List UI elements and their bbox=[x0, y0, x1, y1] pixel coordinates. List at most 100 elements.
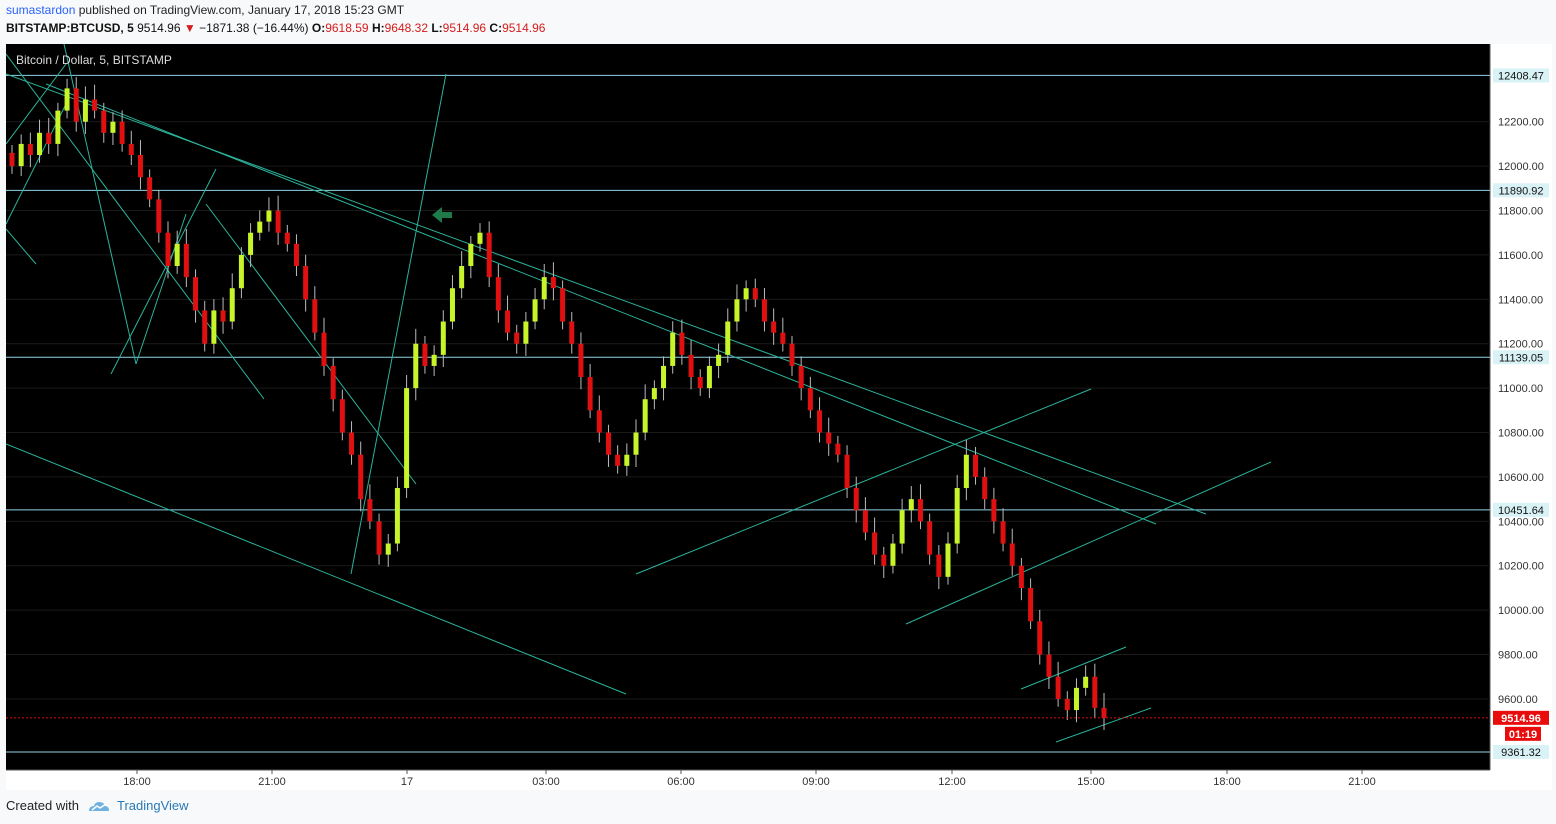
high-value: 9648.32 bbox=[384, 21, 428, 35]
candle-body bbox=[679, 332, 685, 355]
candle-body bbox=[624, 454, 630, 466]
candle-body bbox=[1028, 587, 1034, 622]
x-tick-label: 03:00 bbox=[532, 776, 560, 788]
candle-body bbox=[312, 299, 318, 333]
candle-body bbox=[376, 521, 382, 555]
candle-body bbox=[440, 321, 446, 355]
change-value: −1871.38 (−16.44%) bbox=[199, 21, 309, 35]
candle-body bbox=[514, 332, 520, 344]
y-tick-label: 12000.00 bbox=[1498, 161, 1544, 173]
y-tick-label: 10800.00 bbox=[1498, 428, 1544, 440]
author-link[interactable]: sumastardon bbox=[6, 3, 75, 17]
candle-body bbox=[64, 88, 70, 111]
candle-body bbox=[248, 232, 254, 255]
candle-body bbox=[37, 132, 43, 156]
level-price-label: 11139.05 bbox=[1499, 352, 1543, 364]
candle-body bbox=[927, 521, 933, 555]
candle-body bbox=[358, 454, 364, 500]
candle-body bbox=[587, 377, 593, 411]
candle-body bbox=[872, 532, 878, 555]
candle-body bbox=[661, 365, 667, 389]
x-tick-label: 18:00 bbox=[123, 776, 151, 788]
y-tick-label: 10600.00 bbox=[1498, 472, 1544, 484]
candle-body bbox=[128, 143, 134, 156]
candle-body bbox=[807, 388, 813, 411]
candle-body bbox=[1073, 687, 1079, 711]
candle-body bbox=[1101, 707, 1107, 718]
candle-body bbox=[826, 432, 832, 444]
candle-body bbox=[651, 388, 657, 400]
candle-body bbox=[404, 388, 410, 489]
level-price-label: 10451.64 bbox=[1498, 505, 1544, 517]
candle-body bbox=[156, 199, 162, 233]
candle-body bbox=[991, 499, 997, 522]
candle-body bbox=[339, 399, 345, 433]
candle-body bbox=[495, 277, 501, 311]
x-tick-label: 21:00 bbox=[1348, 776, 1376, 788]
high-label: H: bbox=[371, 21, 385, 35]
candle-body bbox=[468, 243, 474, 267]
symbol-label: BITSTAMP:BTCUSD, 5 bbox=[6, 21, 134, 35]
candle-body bbox=[229, 288, 235, 322]
candle-body bbox=[550, 277, 556, 289]
x-tick-label: 12:00 bbox=[938, 776, 966, 788]
down-triangle-icon: ▼ bbox=[183, 21, 196, 35]
candle-body bbox=[633, 432, 639, 455]
candle-body bbox=[615, 454, 621, 466]
candle-body bbox=[266, 210, 272, 222]
candle-body bbox=[954, 488, 960, 544]
candle-body bbox=[394, 488, 400, 544]
y-tick-label: 10000.00 bbox=[1498, 605, 1544, 617]
candle-body bbox=[596, 410, 602, 433]
candle-body bbox=[330, 365, 336, 400]
candle-body bbox=[844, 454, 850, 489]
plot-background bbox=[6, 44, 1490, 770]
candle-body bbox=[862, 510, 868, 533]
candle-body bbox=[165, 232, 171, 267]
candle-body bbox=[137, 155, 143, 178]
tradingview-link[interactable]: TradingView bbox=[117, 798, 189, 813]
candle-body bbox=[1000, 521, 1006, 544]
candle-body bbox=[982, 476, 988, 500]
candle-body bbox=[110, 121, 116, 133]
candle-body bbox=[1018, 565, 1024, 588]
candle-body bbox=[752, 288, 758, 300]
y-tick-label: 9800.00 bbox=[1498, 650, 1538, 662]
candle-body bbox=[973, 454, 979, 477]
y-tick-label: 10400.00 bbox=[1498, 516, 1544, 528]
candle-body bbox=[780, 332, 786, 344]
candle-body bbox=[1046, 654, 1052, 677]
candle-body bbox=[193, 277, 199, 311]
price-chart[interactable]: 9600.009800.0010000.0010200.0010400.0010… bbox=[6, 44, 1552, 790]
level-price-label: 9361.32 bbox=[1501, 747, 1541, 759]
y-tick-label: 9600.00 bbox=[1498, 694, 1538, 706]
candle-body bbox=[560, 288, 566, 322]
close-value: 9514.96 bbox=[502, 21, 546, 35]
y-tick-label: 11800.00 bbox=[1498, 206, 1543, 218]
candle-body bbox=[725, 321, 731, 355]
last-price: 9514.96 bbox=[137, 21, 181, 35]
candle-body bbox=[486, 232, 492, 278]
candle-body bbox=[9, 152, 15, 167]
candle-body bbox=[505, 310, 511, 333]
candle-body bbox=[817, 410, 823, 433]
candle-body bbox=[238, 254, 244, 289]
candle-body bbox=[578, 343, 584, 378]
candle-body bbox=[431, 354, 437, 366]
chart-title: Bitcoin / Dollar, 5, BITSTAMP bbox=[16, 53, 172, 67]
candle-body bbox=[523, 321, 529, 344]
candle-body bbox=[257, 221, 263, 233]
candle-body bbox=[945, 543, 951, 577]
candle-body bbox=[569, 321, 575, 344]
x-tick-label: 09:00 bbox=[802, 776, 830, 788]
chart-panel[interactable]: 9600.00 9800.00 10000.00 10200.00 10400.00 10… bbox=[6, 44, 1552, 790]
low-value: 9514.96 bbox=[442, 21, 487, 35]
candle-body bbox=[413, 343, 419, 389]
countdown-label: 01:19 bbox=[1509, 729, 1537, 741]
y-tick-label: 12200.00 bbox=[1498, 117, 1544, 129]
candle-body bbox=[220, 310, 226, 322]
candle-body bbox=[963, 454, 969, 489]
candle-body bbox=[101, 110, 107, 133]
candle-body bbox=[275, 210, 281, 233]
created-with-label: Created with bbox=[6, 798, 79, 813]
